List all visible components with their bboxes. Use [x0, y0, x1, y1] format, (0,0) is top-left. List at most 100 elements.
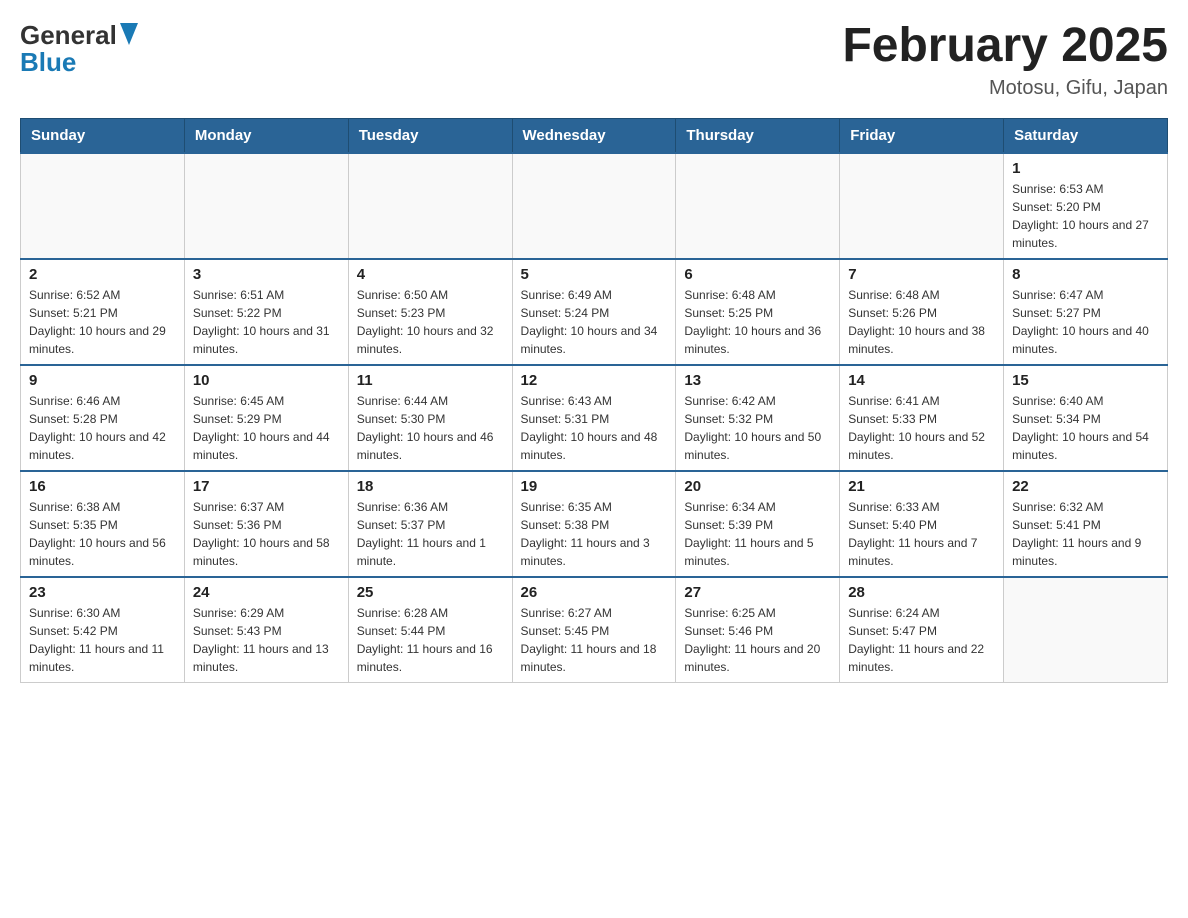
- day-number: 22: [1012, 478, 1159, 495]
- day-number: 3: [193, 266, 340, 283]
- calendar-cell: 1 Sunrise: 6:53 AM Sunset: 5:20 PM Daylig…: [1004, 153, 1168, 259]
- day-info: Sunrise: 6:53 AM Sunset: 5:20 PM Dayligh…: [1012, 180, 1159, 252]
- calendar-cell: 12Sunrise: 6:43 AM Sunset: 5:31 PM Dayli…: [512, 365, 676, 471]
- col-tuesday: Tuesday: [348, 118, 512, 153]
- day-info: Sunrise: 6:28 AM Sunset: 5:44 PM Dayligh…: [357, 604, 504, 676]
- calendar-cell: 5 Sunrise: 6:49 AM Sunset: 5:24 PM Daylig…: [512, 259, 676, 365]
- col-friday: Friday: [840, 118, 1004, 153]
- day-number: 10: [193, 372, 340, 389]
- col-sunday: Sunday: [21, 118, 185, 153]
- week-row-5: 23 Sunrise: 6:30 AM Sunset: 5:42 PM Dayli…: [21, 577, 1168, 683]
- logo-blue-text: Blue: [20, 47, 76, 78]
- day-info: Sunrise: 6:50 AM Sunset: 5:23 PM Dayligh…: [357, 286, 504, 358]
- calendar-cell: 10 Sunrise: 6:45 AM Sunset: 5:29 PM Dayli…: [184, 365, 348, 471]
- page-header: General Blue February 2025 Motosu, Gifu,…: [20, 20, 1168, 100]
- calendar-cell: [676, 153, 840, 259]
- day-info: Sunrise: 6:32 AM Sunset: 5:41 PM Dayligh…: [1012, 498, 1159, 570]
- day-number: 4: [357, 266, 504, 283]
- calendar-cell: 4 Sunrise: 6:50 AM Sunset: 5:23 PM Daylig…: [348, 259, 512, 365]
- day-info: Sunrise: 6:33 AM Sunset: 5:40 PM Dayligh…: [848, 498, 995, 570]
- day-info: Sunrise: 6:47 AM Sunset: 5:27 PM Dayligh…: [1012, 286, 1159, 358]
- calendar-cell: 21 Sunrise: 6:33 AM Sunset: 5:40 PM Dayli…: [840, 471, 1004, 577]
- day-info: Sunrise: 6:27 AM Sunset: 5:45 PM Dayligh…: [521, 604, 668, 676]
- week-row-1: 1 Sunrise: 6:53 AM Sunset: 5:20 PM Daylig…: [21, 153, 1168, 259]
- location: Motosu, Gifu, Japan: [842, 77, 1168, 100]
- week-row-4: 16 Sunrise: 6:38 AM Sunset: 5:35 PM Dayli…: [21, 471, 1168, 577]
- day-number: 7: [848, 266, 995, 283]
- day-info: Sunrise: 6:34 AM Sunset: 5:39 PM Dayligh…: [684, 498, 831, 570]
- calendar-cell: 14 Sunrise: 6:41 AM Sunset: 5:33 PM Dayli…: [840, 365, 1004, 471]
- day-info: Sunrise: 6:38 AM Sunset: 5:35 PM Dayligh…: [29, 498, 176, 570]
- week-row-2: 2Sunrise: 6:52 AM Sunset: 5:21 PM Daylig…: [21, 259, 1168, 365]
- day-number: 6: [684, 266, 831, 283]
- logo-arrow-icon: [120, 23, 138, 50]
- calendar-cell: 28Sunrise: 6:24 AM Sunset: 5:47 PM Dayli…: [840, 577, 1004, 683]
- calendar-cell: 24 Sunrise: 6:29 AM Sunset: 5:43 PM Dayli…: [184, 577, 348, 683]
- calendar-cell: 23 Sunrise: 6:30 AM Sunset: 5:42 PM Dayli…: [21, 577, 185, 683]
- calendar-cell: [348, 153, 512, 259]
- day-info: Sunrise: 6:24 AM Sunset: 5:47 PM Dayligh…: [848, 604, 995, 676]
- calendar-cell: [840, 153, 1004, 259]
- col-thursday: Thursday: [676, 118, 840, 153]
- calendar-cell: 17 Sunrise: 6:37 AM Sunset: 5:36 PM Dayli…: [184, 471, 348, 577]
- col-saturday: Saturday: [1004, 118, 1168, 153]
- calendar-cell: 26 Sunrise: 6:27 AM Sunset: 5:45 PM Dayli…: [512, 577, 676, 683]
- calendar-cell: 9Sunrise: 6:46 AM Sunset: 5:28 PM Daylig…: [21, 365, 185, 471]
- day-info: Sunrise: 6:51 AM Sunset: 5:22 PM Dayligh…: [193, 286, 340, 358]
- calendar-cell: 27 Sunrise: 6:25 AM Sunset: 5:46 PM Dayli…: [676, 577, 840, 683]
- calendar-cell: 19 Sunrise: 6:35 AM Sunset: 5:38 PM Dayli…: [512, 471, 676, 577]
- day-number: 1: [1012, 160, 1159, 177]
- day-info: Sunrise: 6:35 AM Sunset: 5:38 PM Dayligh…: [521, 498, 668, 570]
- calendar-cell: 20 Sunrise: 6:34 AM Sunset: 5:39 PM Dayli…: [676, 471, 840, 577]
- calendar-cell: 7 Sunrise: 6:48 AM Sunset: 5:26 PM Daylig…: [840, 259, 1004, 365]
- day-number: 19: [521, 478, 668, 495]
- calendar-cell: [512, 153, 676, 259]
- calendar-cell: [184, 153, 348, 259]
- day-number: 8: [1012, 266, 1159, 283]
- day-info: Sunrise: 6:37 AM Sunset: 5:36 PM Dayligh…: [193, 498, 340, 570]
- calendar-cell: 22 Sunrise: 6:32 AM Sunset: 5:41 PM Dayli…: [1004, 471, 1168, 577]
- day-info: Sunrise: 6:29 AM Sunset: 5:43 PM Dayligh…: [193, 604, 340, 676]
- day-number: 26: [521, 584, 668, 601]
- day-info: Sunrise: 6:45 AM Sunset: 5:29 PM Dayligh…: [193, 392, 340, 464]
- day-number: 9: [29, 372, 176, 389]
- day-number: 12: [521, 372, 668, 389]
- calendar-cell: 2Sunrise: 6:52 AM Sunset: 5:21 PM Daylig…: [21, 259, 185, 365]
- day-info: Sunrise: 6:49 AM Sunset: 5:24 PM Dayligh…: [521, 286, 668, 358]
- day-number: 18: [357, 478, 504, 495]
- day-info: Sunrise: 6:25 AM Sunset: 5:46 PM Dayligh…: [684, 604, 831, 676]
- calendar-cell: 3 Sunrise: 6:51 AM Sunset: 5:22 PM Daylig…: [184, 259, 348, 365]
- calendar-cell: 8 Sunrise: 6:47 AM Sunset: 5:27 PM Daylig…: [1004, 259, 1168, 365]
- day-number: 21: [848, 478, 995, 495]
- day-number: 23: [29, 584, 176, 601]
- calendar-cell: [1004, 577, 1168, 683]
- month-title: February 2025: [842, 20, 1168, 73]
- day-number: 15: [1012, 372, 1159, 389]
- calendar-cell: 16 Sunrise: 6:38 AM Sunset: 5:35 PM Dayli…: [21, 471, 185, 577]
- calendar-table: Sunday Monday Tuesday Wednesday Thursday…: [20, 118, 1168, 683]
- calendar-cell: 25Sunrise: 6:28 AM Sunset: 5:44 PM Dayli…: [348, 577, 512, 683]
- day-number: 27: [684, 584, 831, 601]
- day-info: Sunrise: 6:41 AM Sunset: 5:33 PM Dayligh…: [848, 392, 995, 464]
- day-number: 24: [193, 584, 340, 601]
- calendar-cell: 13 Sunrise: 6:42 AM Sunset: 5:32 PM Dayli…: [676, 365, 840, 471]
- header-right: February 2025 Motosu, Gifu, Japan: [842, 20, 1168, 100]
- day-info: Sunrise: 6:30 AM Sunset: 5:42 PM Dayligh…: [29, 604, 176, 676]
- day-info: Sunrise: 6:42 AM Sunset: 5:32 PM Dayligh…: [684, 392, 831, 464]
- day-number: 13: [684, 372, 831, 389]
- calendar-header-row: Sunday Monday Tuesday Wednesday Thursday…: [21, 118, 1168, 153]
- day-number: 2: [29, 266, 176, 283]
- day-number: 5: [521, 266, 668, 283]
- day-number: 20: [684, 478, 831, 495]
- day-number: 16: [29, 478, 176, 495]
- day-info: Sunrise: 6:48 AM Sunset: 5:26 PM Dayligh…: [848, 286, 995, 358]
- calendar-cell: 11Sunrise: 6:44 AM Sunset: 5:30 PM Dayli…: [348, 365, 512, 471]
- calendar-cell: 15 Sunrise: 6:40 AM Sunset: 5:34 PM Dayli…: [1004, 365, 1168, 471]
- day-number: 17: [193, 478, 340, 495]
- col-wednesday: Wednesday: [512, 118, 676, 153]
- calendar-cell: 18Sunrise: 6:36 AM Sunset: 5:37 PM Dayli…: [348, 471, 512, 577]
- day-info: Sunrise: 6:40 AM Sunset: 5:34 PM Dayligh…: [1012, 392, 1159, 464]
- day-number: 14: [848, 372, 995, 389]
- calendar-cell: [21, 153, 185, 259]
- week-row-3: 9Sunrise: 6:46 AM Sunset: 5:28 PM Daylig…: [21, 365, 1168, 471]
